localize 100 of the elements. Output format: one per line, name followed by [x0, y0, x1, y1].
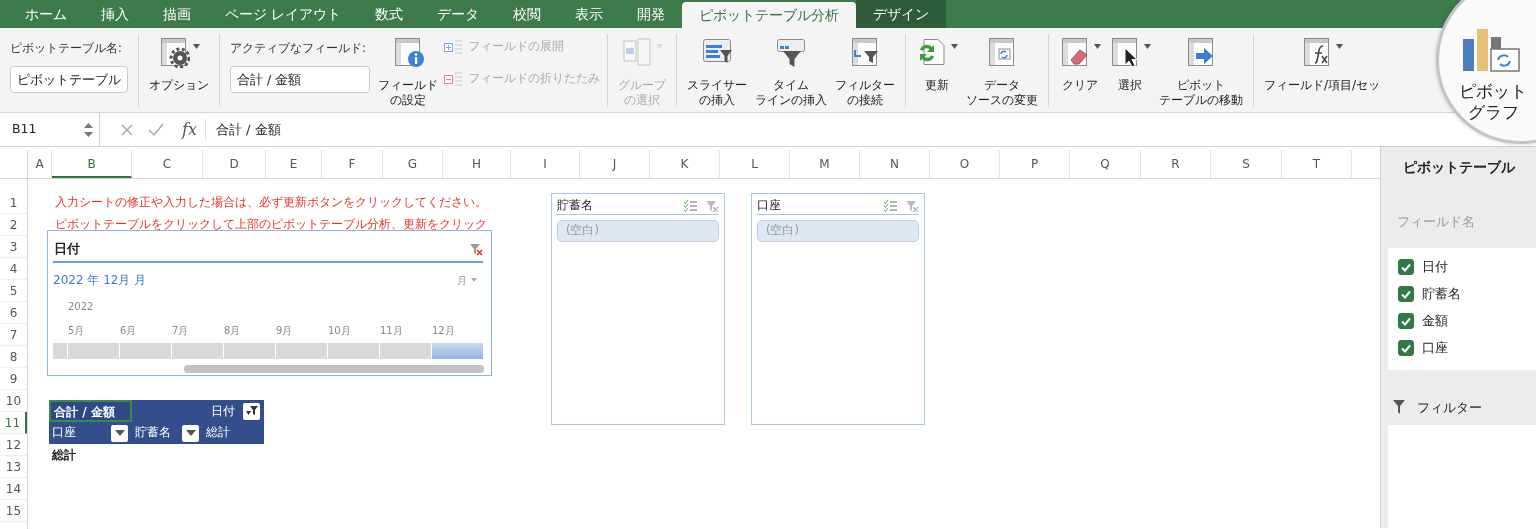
row-header[interactable]: 7 [0, 324, 27, 346]
row-header[interactable]: 4 [0, 258, 27, 280]
timeline-bar[interactable] [432, 343, 483, 359]
ribbon-tab[interactable]: ページ レイアウト [208, 0, 359, 28]
column-header[interactable]: Q [1070, 150, 1141, 178]
field-label: 日付 [1422, 258, 1448, 277]
text-field[interactable]: ピボットテーブル [10, 66, 128, 94]
column-header[interactable]: R [1141, 150, 1211, 178]
scrollbar[interactable] [184, 365, 484, 373]
field-settings-button[interactable]: フィールド の設定 [375, 34, 441, 108]
column-header[interactable]: T [1282, 150, 1352, 178]
month-label: 10月 [328, 324, 352, 338]
row-header[interactable]: 6 [0, 302, 27, 324]
row-header[interactable]: 15 [0, 500, 27, 522]
options-button[interactable]: オプション [146, 34, 212, 93]
select-button[interactable]: 選択 [1106, 34, 1154, 93]
column-header[interactable]: J [580, 150, 650, 178]
clear-filter-icon [469, 242, 483, 256]
column-header[interactable]: S [1211, 150, 1282, 178]
row-header[interactable]: 1 [0, 192, 27, 214]
check-icon [1401, 343, 1411, 353]
fields-items-sets-button[interactable]: フィールド/項目/セッ [1261, 34, 1384, 93]
timeline-bar[interactable] [120, 343, 171, 359]
info-icon [392, 36, 424, 68]
ribbon-tab[interactable]: ピボットテーブル分析 [682, 2, 857, 28]
cell-text: 入力シートの修正や入力した場合は、必ず更新ボタンをクリックしてください。 [55, 194, 487, 211]
timeline-bar[interactable] [380, 343, 431, 359]
row-header[interactable]: 12 [0, 434, 27, 456]
column-header[interactable]: C [132, 150, 203, 178]
timeline-bar[interactable] [276, 343, 327, 359]
ribbon-tab[interactable]: 開発 [620, 0, 683, 28]
column-header[interactable]: F [322, 150, 383, 178]
timeline-bar[interactable] [172, 343, 223, 359]
row-header[interactable]: 11 [0, 412, 27, 434]
timeline-icon [775, 36, 807, 68]
text-field[interactable]: 合計 / 金額 [230, 66, 370, 94]
move-pivottable-button[interactable]: ピボット テーブルの移動 [1156, 34, 1246, 108]
checkbox[interactable] [1398, 340, 1414, 356]
timeline-bar[interactable] [224, 343, 275, 359]
row-header[interactable]: 13 [0, 456, 27, 478]
multi-select-icon [883, 199, 897, 212]
insert-timeline-button[interactable]: タイム ラインの挿入 [752, 34, 830, 108]
row-header[interactable]: 9 [0, 368, 27, 390]
insert-slicer-button[interactable]: スライサー の挿入 [684, 34, 750, 108]
check-icon [1401, 262, 1411, 272]
column-header[interactable]: A [28, 150, 52, 178]
ribbon-tab[interactable]: 挿入 [84, 0, 146, 28]
row-header[interactable]: 10 [0, 390, 27, 412]
column-header[interactable]: E [266, 150, 322, 178]
dropdown-button[interactable] [182, 424, 199, 442]
table-cell-text: 日付 [211, 403, 235, 420]
filter-connections-button[interactable]: フィルター の接続 [832, 34, 898, 108]
column-header[interactable]: O [930, 150, 1000, 178]
month-label: 11月 [380, 324, 404, 338]
row-header[interactable]: 5 [0, 280, 27, 302]
checkbox[interactable] [1398, 259, 1414, 275]
column-header[interactable]: D [203, 150, 266, 178]
section-label: フィールド名 [1397, 213, 1476, 231]
check-icon [1401, 289, 1411, 299]
row-header[interactable]: 2 [0, 214, 27, 236]
table-cell-text: 口座 [51, 424, 77, 441]
ribbon-tab[interactable]: データ [420, 0, 497, 28]
month-label: 9月 [276, 324, 294, 338]
cancel-icon [120, 122, 134, 137]
ribbon-tab[interactable]: 数式 [358, 0, 421, 28]
filter-dropdown-button[interactable] [243, 402, 260, 420]
clear-button[interactable]: クリア [1056, 34, 1104, 93]
column-header[interactable]: G [383, 150, 443, 178]
name-box[interactable]: B11 [0, 113, 100, 146]
filter-icon [245, 406, 258, 416]
column-header[interactable]: M [790, 150, 860, 178]
column-header[interactable]: B [52, 150, 132, 178]
refresh-button[interactable]: 更新 [913, 34, 961, 93]
change-data-source-button[interactable]: データ ソースの変更 [963, 34, 1041, 108]
pivot-chart-button[interactable]: ピボット グラフ [1459, 27, 1527, 123]
checkbox[interactable] [1398, 286, 1414, 302]
row-header[interactable]: 14 [0, 478, 27, 500]
dropdown-button[interactable] [111, 424, 128, 442]
field-label: アクティブなフィールド: [230, 40, 367, 57]
row-header[interactable]: 8 [0, 346, 27, 368]
ribbon-tab[interactable]: デザイン [856, 0, 947, 28]
timeline-bar[interactable] [328, 343, 379, 359]
selected-cell[interactable]: 合計 / 金額 [49, 400, 132, 422]
cell-reference: B11 [12, 120, 37, 139]
checkbox[interactable] [1398, 313, 1414, 329]
timeline-bar[interactable] [68, 343, 119, 359]
insert-function-button[interactable]: fx [182, 117, 197, 142]
column-header[interactable]: I [511, 150, 580, 178]
column-header[interactable]: H [443, 150, 511, 178]
column-header[interactable]: N [860, 150, 930, 178]
row-header[interactable]: 3 [0, 236, 27, 258]
ribbon-tab[interactable]: 描画 [146, 0, 208, 28]
formula-field[interactable]: 合計 / 金額 [204, 118, 281, 141]
ribbon-tab[interactable]: ホーム [8, 0, 84, 28]
ribbon-tab[interactable]: 表示 [558, 0, 621, 28]
column-header[interactable]: K [650, 150, 720, 178]
field-label: ピボットテーブル名: [10, 40, 123, 57]
column-header[interactable]: L [720, 150, 790, 178]
ribbon-tab[interactable]: 校閲 [496, 0, 559, 28]
column-header[interactable]: P [1000, 150, 1070, 178]
